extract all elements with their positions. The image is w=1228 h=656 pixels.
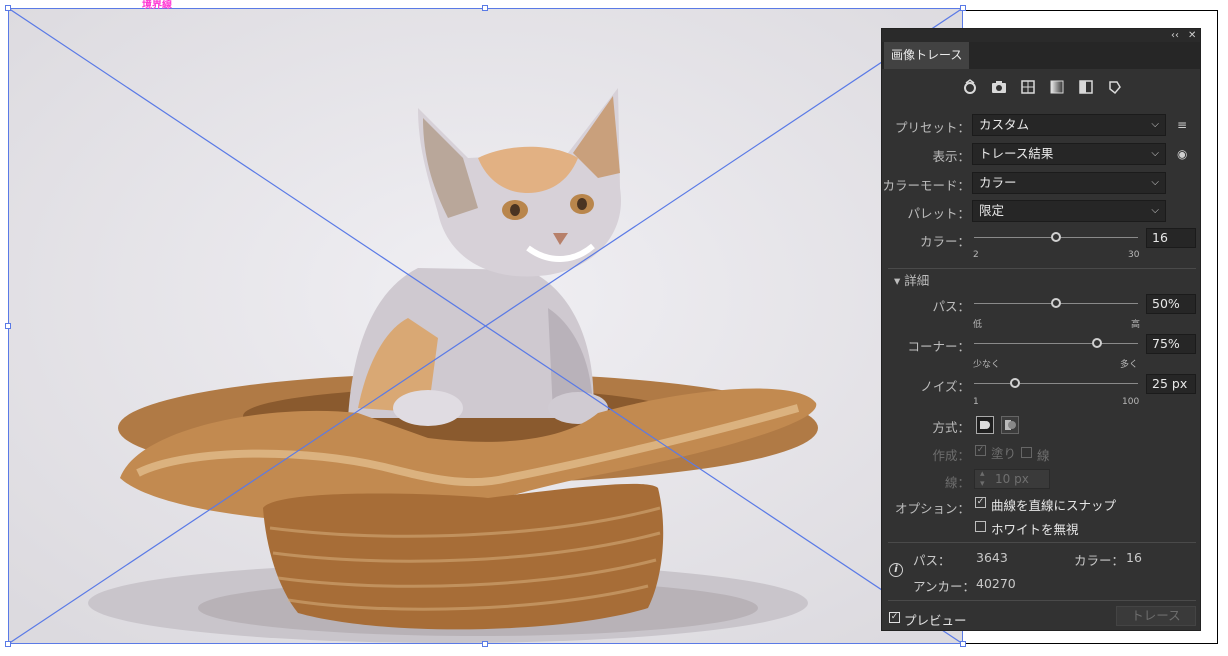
fill-label: 塗り — [991, 446, 1017, 461]
colors-max-label: 30 — [1128, 250, 1140, 260]
trace-button[interactable]: トレース — [1116, 606, 1196, 626]
stroke-create-label: 線 — [1037, 448, 1050, 463]
panel-tab-bar: 画像トレース — [882, 42, 1200, 69]
chevron-down-icon: ⌵ — [1151, 148, 1159, 159]
info-icon: i — [889, 563, 903, 577]
palette-label: パレット： — [907, 206, 970, 221]
stat-anchors-value: 40270 — [976, 576, 1016, 591]
handle-bottom-left[interactable] — [5, 641, 11, 647]
create-label: 作成： — [932, 448, 970, 463]
chevron-down-icon: ⌵ — [1151, 177, 1159, 188]
paths-max-label: 高 — [1131, 320, 1141, 330]
handle-top-center[interactable] — [482, 5, 488, 11]
stat-colors-label: カラー： — [1074, 553, 1125, 568]
handle-middle-left[interactable] — [5, 323, 11, 329]
paths-min-label: 低 — [973, 320, 983, 330]
method-abutting-button[interactable] — [976, 416, 994, 434]
options-label: オプション： — [894, 501, 970, 516]
corners-label: コーナー： — [907, 339, 970, 354]
noise-slider-track[interactable] — [974, 383, 1138, 384]
paths-value-field[interactable]: 50% — [1146, 294, 1196, 314]
snap-curves-checkbox[interactable]: ✓ — [975, 497, 986, 508]
image-trace-panel: ‹‹ ✕ 画像トレース プリセット： カスタム⌵ ≡ 表示： トレース結果⌵ — [881, 28, 1201, 631]
preset-label: プリセット： — [894, 120, 970, 135]
stat-anchors-label: アンカー： — [913, 579, 976, 594]
stat-paths-label: パス： — [913, 553, 951, 568]
colors-slider-knob[interactable] — [1051, 232, 1061, 242]
stroke-width-label: 線： — [944, 475, 970, 490]
corners-value-field[interactable]: 75% — [1146, 334, 1196, 354]
boundary-label: 境界線 — [142, 0, 172, 11]
noise-max-label: 100 — [1122, 397, 1140, 407]
auto-color-icon[interactable] — [960, 79, 980, 99]
half-contrast-icon[interactable] — [1076, 79, 1096, 99]
snap-curves-label: 曲線を直線にスナップ — [991, 498, 1117, 513]
advanced-section-toggle[interactable]: ▾ 詳細 — [894, 270, 929, 289]
ignore-white-label: ホワイトを無視 — [991, 522, 1079, 537]
corners-slider-track[interactable] — [974, 343, 1138, 344]
preview-label: プレビュー — [904, 613, 967, 628]
method-label: 方式： — [932, 420, 970, 435]
traced-image[interactable] — [8, 8, 963, 644]
handle-bottom-right[interactable] — [960, 641, 966, 647]
handle-top-left[interactable] — [5, 5, 11, 11]
noise-min-label: 1 — [973, 397, 979, 407]
palette-dropdown[interactable]: 限定 ⌵ — [972, 200, 1166, 222]
panel-title-bar[interactable]: ‹‹ ✕ — [882, 29, 1200, 42]
outline-icon[interactable] — [1105, 79, 1125, 99]
color-mode-dropdown[interactable]: カラー ⌵ — [972, 172, 1166, 194]
corners-min-label: 少なく — [973, 360, 1001, 370]
collapse-icon[interactable]: ‹‹ — [1171, 29, 1179, 42]
noise-label: ノイズ： — [920, 379, 970, 394]
preview-checkbox[interactable]: ✓ — [889, 612, 900, 623]
stat-colors-value: 16 — [1126, 550, 1142, 565]
preset-dropdown[interactable]: カスタム ⌵ — [972, 114, 1166, 136]
paths-label: パス： — [932, 299, 970, 314]
preset-list-icon[interactable]: ≡ — [1177, 118, 1187, 132]
stroke-checkbox[interactable] — [1021, 447, 1032, 458]
close-icon[interactable]: ✕ — [1188, 29, 1196, 42]
stepper-arrows-icon: ▴ ▾ — [980, 469, 985, 489]
chevron-down-icon: ⌵ — [1151, 205, 1159, 216]
ignore-white-checkbox[interactable] — [975, 521, 986, 532]
gradient-icon[interactable] — [1047, 79, 1067, 99]
colors-label: カラー： — [919, 234, 970, 249]
corners-max-label: 多く — [1120, 360, 1139, 370]
paths-slider-knob[interactable] — [1051, 298, 1061, 308]
artboard-canvas[interactable] — [8, 8, 963, 644]
noise-slider-knob[interactable] — [1010, 378, 1020, 388]
handle-top-right[interactable] — [960, 5, 966, 11]
colors-min-label: 2 — [973, 250, 979, 260]
tab-image-trace[interactable]: 画像トレース — [884, 42, 970, 69]
fill-checkbox[interactable]: ✓ — [975, 445, 986, 456]
handle-bottom-center[interactable] — [482, 641, 488, 647]
chevron-down-icon: ⌵ — [1151, 119, 1159, 130]
stat-paths-value: 3643 — [976, 550, 1008, 565]
noise-value-field[interactable]: 25 px — [1146, 374, 1196, 394]
grid-icon[interactable] — [1018, 79, 1038, 99]
cat-paw-left — [393, 390, 463, 426]
preset-icons-row — [960, 79, 1130, 99]
eye-icon[interactable]: ◉ — [1177, 147, 1187, 161]
view-label: 表示： — [932, 149, 970, 164]
stroke-width-stepper[interactable]: ▴ ▾ 10 px — [974, 469, 1050, 489]
camera-icon[interactable] — [989, 79, 1009, 99]
colors-value-field[interactable]: 16 — [1146, 228, 1196, 248]
corners-slider-knob[interactable] — [1092, 338, 1102, 348]
view-dropdown[interactable]: トレース結果 ⌵ — [972, 143, 1166, 165]
method-overlapping-button[interactable] — [1001, 416, 1019, 434]
color-mode-label: カラーモード： — [882, 178, 970, 193]
